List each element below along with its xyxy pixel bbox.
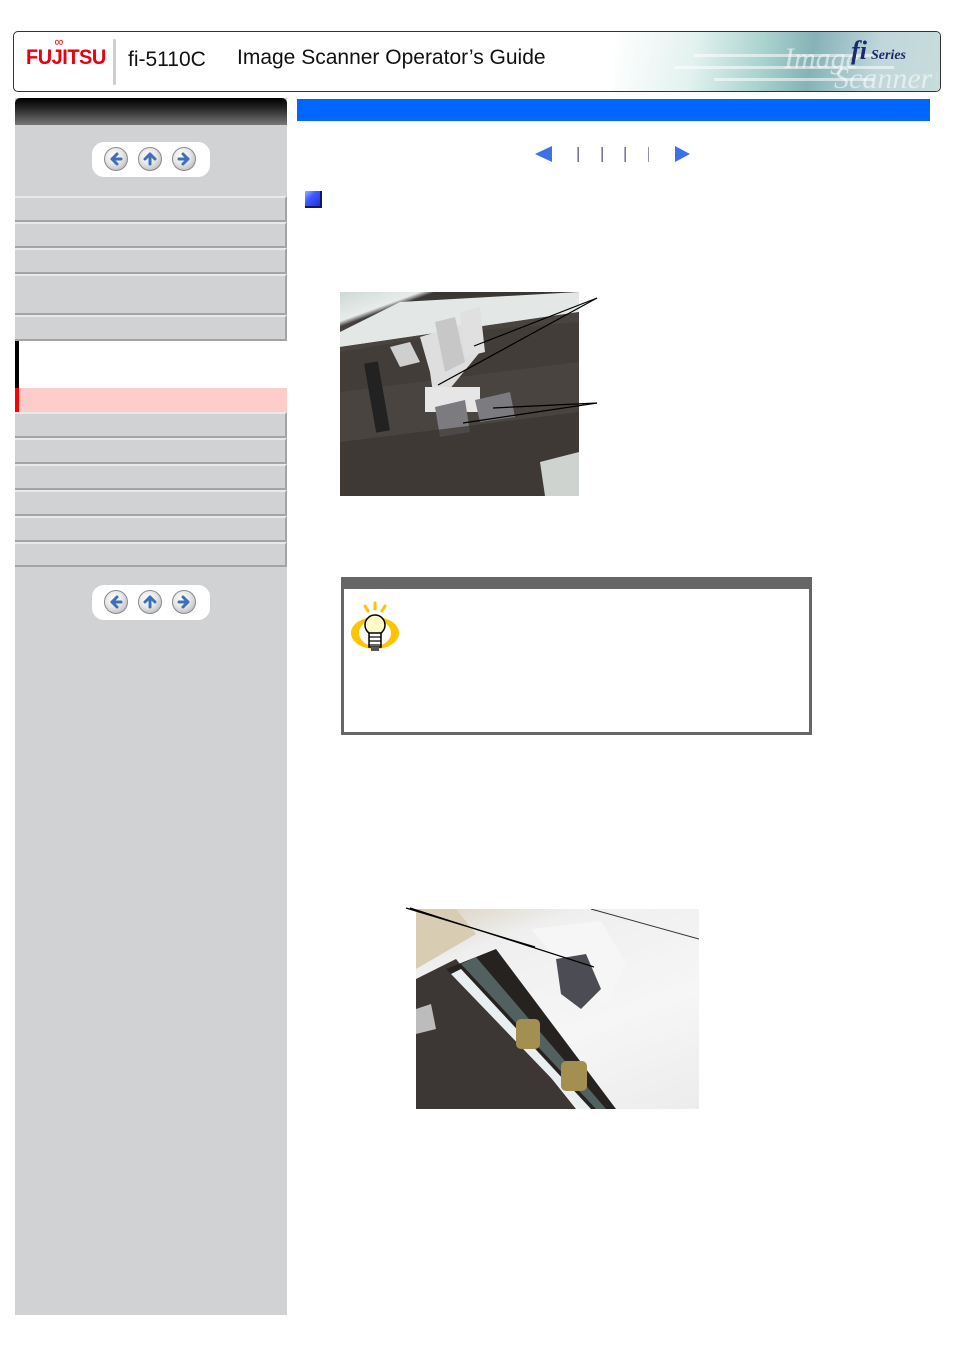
sidebar-header xyxy=(15,98,287,125)
sidebar-item[interactable] xyxy=(15,315,287,341)
callout-line xyxy=(473,297,598,347)
sidebar-item[interactable] xyxy=(15,464,287,490)
sidebar-item[interactable] xyxy=(15,542,287,567)
arrow-left-icon xyxy=(110,595,123,609)
active-marker xyxy=(15,388,19,412)
sidebar-item[interactable] xyxy=(15,490,287,516)
arrow-up-icon xyxy=(143,152,157,166)
sidebar-item[interactable] xyxy=(15,412,287,438)
callout-line xyxy=(409,907,595,968)
sidebar-item[interactable] xyxy=(15,438,287,464)
sidebar-bottom-nav xyxy=(92,585,210,620)
fi-series-logo: fi Series xyxy=(851,36,906,65)
page-link[interactable] xyxy=(624,147,626,162)
arrow-up-icon xyxy=(143,595,157,609)
hint-box xyxy=(341,577,812,735)
arrow-right-icon xyxy=(177,152,190,166)
current-marker xyxy=(15,341,19,388)
arrow-right-icon xyxy=(177,595,190,609)
model-name: fi-5110C xyxy=(128,48,206,71)
sidebar-item[interactable] xyxy=(15,196,287,222)
nav-forward-button[interactable] xyxy=(172,147,196,171)
sidebar-item-current[interactable] xyxy=(15,341,287,388)
page-navigation xyxy=(535,144,695,164)
art-word-scanner: Scanner xyxy=(834,62,933,92)
sidebar-top-nav xyxy=(92,142,210,177)
page-title-bar xyxy=(297,99,930,121)
sidebar-item-active[interactable] xyxy=(15,388,287,412)
sidebar-item[interactable] xyxy=(15,274,287,315)
infinity-mark-icon: ∞ xyxy=(54,34,64,49)
sidebar-item[interactable] xyxy=(15,222,287,248)
header-banner: ∞ FUJITSU fi-5110C Image Scanner Operato… xyxy=(13,31,941,92)
header-divider xyxy=(113,39,116,85)
page-link[interactable] xyxy=(601,147,603,162)
callout-lines-figure1 xyxy=(437,297,598,424)
sidebar-item[interactable] xyxy=(15,248,287,274)
guide-title: Image Scanner Operator’s Guide xyxy=(237,46,546,69)
lightbulb-icon xyxy=(351,601,399,651)
section-bullet-icon xyxy=(305,191,322,208)
brand-text: FUJITSU xyxy=(26,46,106,69)
header-artwork: Image Scanner fi Series xyxy=(614,32,940,91)
sidebar-item[interactable] xyxy=(15,516,287,542)
nav-forward-button[interactable] xyxy=(172,590,196,614)
triangle-left-icon[interactable] xyxy=(535,146,552,162)
nav-back-button[interactable] xyxy=(104,147,128,171)
arrow-left-icon xyxy=(110,152,123,166)
sidebar xyxy=(15,98,287,1315)
callout-line xyxy=(437,297,598,386)
page-link[interactable] xyxy=(648,147,649,162)
nav-up-button[interactable] xyxy=(138,147,162,171)
callout-lines-figure2 xyxy=(405,907,595,968)
page-link[interactable] xyxy=(577,147,579,162)
nav-up-button[interactable] xyxy=(138,590,162,614)
triangle-right-icon[interactable] xyxy=(675,146,690,162)
nav-back-button[interactable] xyxy=(104,590,128,614)
fujitsu-logo: ∞ FUJITSU xyxy=(26,34,106,70)
